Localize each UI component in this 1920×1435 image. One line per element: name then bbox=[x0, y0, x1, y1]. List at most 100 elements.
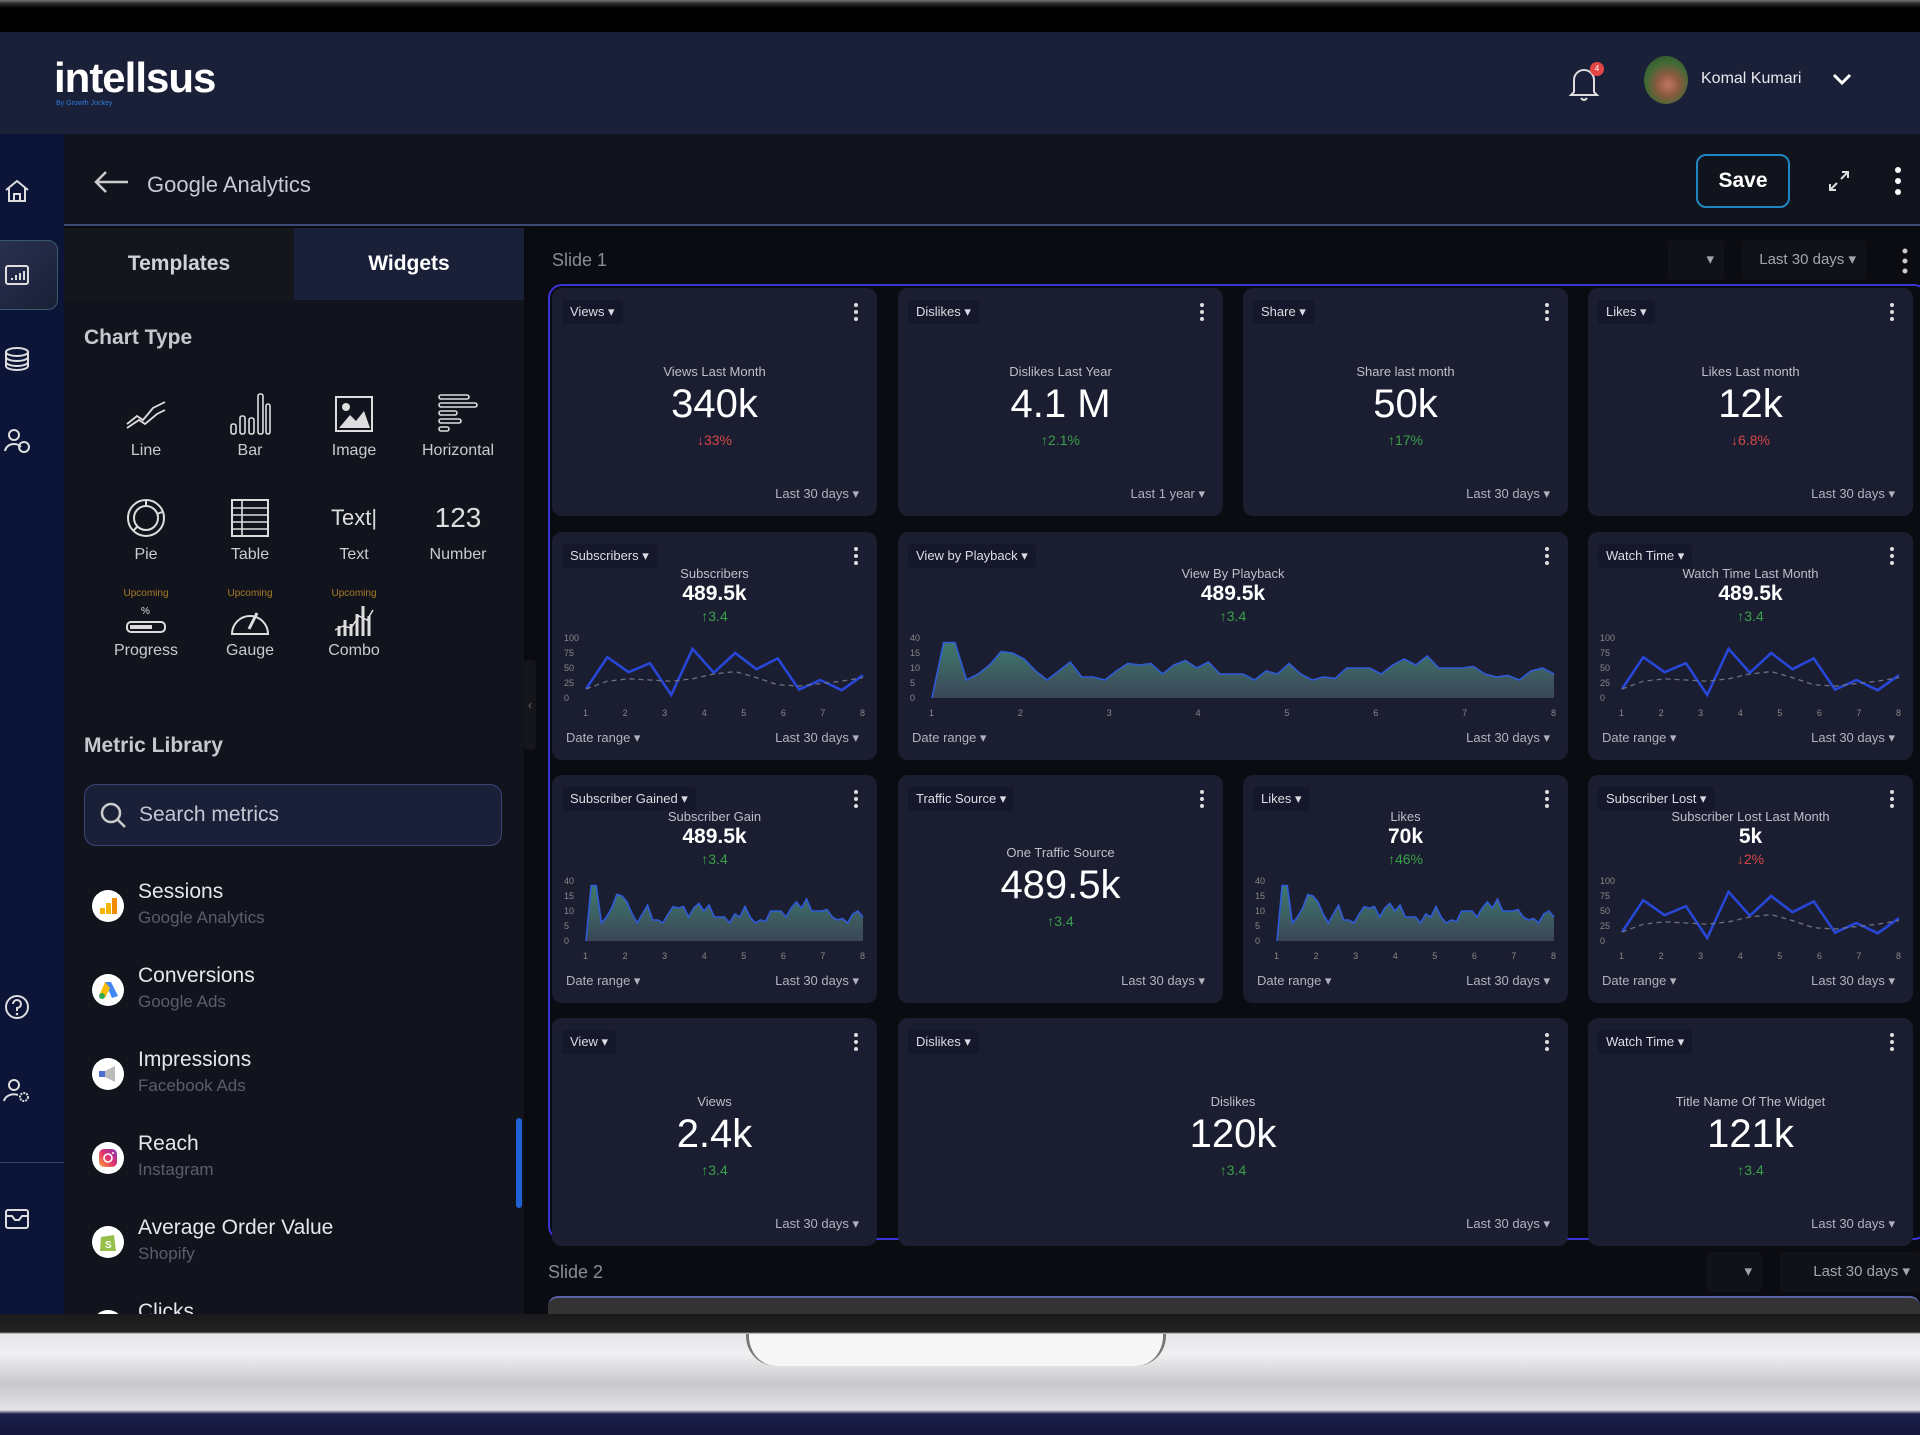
date-range-dropdown[interactable]: Date range ▾ bbox=[1257, 973, 1331, 989]
metric-item[interactable]: Clicks bbox=[92, 1296, 492, 1314]
dashboard-icon[interactable] bbox=[2, 260, 32, 290]
date-filter-dropdown[interactable]: Last 30 days ▾ bbox=[1466, 486, 1550, 502]
date-range-dropdown[interactable]: Date range ▾ bbox=[1602, 973, 1676, 989]
widget-more-icon[interactable] bbox=[1199, 302, 1205, 322]
chart-type-horizontal[interactable]: Horizontal bbox=[406, 388, 510, 460]
inbox-icon[interactable] bbox=[2, 1204, 32, 1234]
date-filter-dropdown[interactable]: Last 30 days ▾ bbox=[775, 730, 859, 746]
widget-card[interactable]: Subscriber Lost ▾ Subscriber Lost Last Mo… bbox=[1588, 775, 1913, 1003]
date-filter-dropdown[interactable]: Last 30 days ▾ bbox=[1811, 486, 1895, 502]
widget-metric-dropdown[interactable]: Dislikes ▾ bbox=[908, 1030, 979, 1054]
slide-more-icon[interactable] bbox=[1902, 248, 1908, 274]
widget-more-icon[interactable] bbox=[1544, 789, 1550, 809]
date-filter-dropdown[interactable]: Last 30 days ▾ bbox=[775, 1216, 859, 1232]
widget-more-icon[interactable] bbox=[853, 789, 859, 809]
date-range-dropdown[interactable]: Date range ▾ bbox=[912, 730, 986, 746]
widget-card[interactable]: View by Playback ▾ View By Playback 489.5k… bbox=[898, 532, 1568, 760]
chart-type-table[interactable]: Table bbox=[198, 492, 302, 564]
widget-more-icon[interactable] bbox=[1544, 302, 1550, 322]
date-filter-dropdown[interactable]: Last 30 days ▾ bbox=[1811, 1216, 1895, 1232]
widget-more-icon[interactable] bbox=[1199, 789, 1205, 809]
widget-metric-dropdown[interactable]: Likes ▾ bbox=[1253, 787, 1310, 811]
date-filter-dropdown[interactable]: Last 30 days ▾ bbox=[1811, 973, 1895, 989]
widget-more-icon[interactable] bbox=[1889, 546, 1895, 566]
back-arrow-icon[interactable] bbox=[92, 170, 130, 194]
team-settings-icon[interactable] bbox=[2, 426, 32, 456]
database-icon[interactable] bbox=[2, 344, 32, 374]
widget-metric-dropdown[interactable]: View by Playback ▾ bbox=[908, 544, 1036, 568]
widget-card[interactable]: Views ▾ Views Last Month 340k ↓33% Last 30 d… bbox=[552, 288, 877, 516]
date-filter-dropdown[interactable]: Last 30 days ▾ bbox=[1811, 730, 1895, 746]
date-filter-dropdown[interactable]: Last 30 days ▾ bbox=[775, 973, 859, 989]
widget-card[interactable]: Share ▾ Share last month 50k ↑17% Last 30 da… bbox=[1243, 288, 1568, 516]
widget-metric-dropdown[interactable]: Share ▾ bbox=[1253, 300, 1314, 324]
widget-metric-dropdown[interactable]: Dislikes ▾ bbox=[908, 300, 979, 324]
widget-card[interactable]: Likes ▾ Likes 70k ↑46% Date range ▾ 0 5 10 15 40 1… bbox=[1243, 775, 1568, 1003]
widget-metric-dropdown[interactable]: Watch Time ▾ bbox=[1598, 1030, 1693, 1054]
date-filter-dropdown[interactable]: Last 30 days ▾ bbox=[1121, 973, 1205, 989]
date-range-dropdown[interactable]: Date range ▾ bbox=[566, 973, 640, 989]
widget-more-icon[interactable] bbox=[853, 1032, 859, 1052]
widget-card[interactable]: Likes ▾ Likes Last month 12k ↓6.8% Last 30 d… bbox=[1588, 288, 1913, 516]
widget-more-icon[interactable] bbox=[1544, 1032, 1550, 1052]
save-button[interactable]: Save bbox=[1696, 154, 1790, 208]
metric-list-scrollbar[interactable] bbox=[516, 1118, 522, 1208]
expand-icon[interactable] bbox=[1826, 168, 1852, 194]
widget-more-icon[interactable] bbox=[853, 546, 859, 566]
widget-more-icon[interactable] bbox=[1889, 1032, 1895, 1052]
chart-type-pie[interactable]: Pie bbox=[94, 492, 198, 564]
user-name[interactable]: Komal Kumari bbox=[1701, 70, 1801, 88]
widget-more-icon[interactable] bbox=[853, 302, 859, 322]
metric-item[interactable]: Reach Instagram bbox=[92, 1128, 492, 1188]
date-filter-dropdown[interactable]: Last 30 days ▾ bbox=[1466, 973, 1550, 989]
date-range-dropdown[interactable]: Date range ▾ bbox=[1602, 730, 1676, 746]
widget-card[interactable]: Dislikes ▾ Dislikes Last Year 4.1 M ↑2.1% La… bbox=[898, 288, 1223, 516]
widget-metric-dropdown[interactable]: Subscriber Lost ▾ bbox=[1598, 787, 1715, 811]
chart-type-number[interactable]: 123 Number bbox=[406, 492, 510, 564]
widget-metric-dropdown[interactable]: Views ▾ bbox=[562, 300, 623, 324]
chart-type-image[interactable]: Image bbox=[302, 388, 406, 460]
widget-metric-dropdown[interactable]: Traffic Source ▾ bbox=[908, 787, 1015, 811]
tab-templates[interactable]: Templates bbox=[64, 228, 294, 300]
widget-metric-dropdown[interactable]: Subscribers ▾ bbox=[562, 544, 657, 568]
metric-item[interactable]: S Average Order Value Shopify bbox=[92, 1212, 492, 1272]
help-icon[interactable] bbox=[2, 992, 32, 1022]
slide-range-dropdown[interactable]: Last 30 days ▾ bbox=[1780, 1252, 1920, 1292]
collapse-panel-handle[interactable]: ‹ bbox=[524, 660, 536, 750]
date-filter-dropdown[interactable]: Last 30 days ▾ bbox=[1466, 730, 1550, 746]
search-metrics-input[interactable]: Search metrics bbox=[84, 784, 502, 846]
widget-metric-dropdown[interactable]: Watch Time ▾ bbox=[1598, 544, 1693, 568]
user-settings-icon[interactable] bbox=[2, 1076, 32, 1106]
avatar[interactable] bbox=[1644, 56, 1688, 104]
tab-widgets[interactable]: Widgets bbox=[294, 228, 524, 300]
metric-item[interactable]: Impressions Facebook Ads bbox=[92, 1044, 492, 1104]
metric-item[interactable]: Conversions Google Ads bbox=[92, 960, 492, 1020]
widget-card[interactable]: Dislikes ▾ Dislikes 120k ↑3.4 Last 30 days ▾ bbox=[898, 1018, 1568, 1246]
widget-card[interactable]: Watch Time ▾ Watch Time Last Month 489.5k ↑… bbox=[1588, 532, 1913, 760]
widget-more-icon[interactable] bbox=[1889, 302, 1895, 322]
date-range-dropdown[interactable]: Date range ▾ bbox=[566, 730, 640, 746]
widget-card[interactable]: Watch Time ▾ Title Name Of The Widget 121k… bbox=[1588, 1018, 1913, 1246]
app-logo[interactable]: intellsus By Growth Jockey bbox=[54, 54, 216, 107]
widget-metric-dropdown[interactable]: View ▾ bbox=[562, 1030, 617, 1054]
date-filter-dropdown[interactable]: Last 30 days ▾ bbox=[1466, 1216, 1550, 1232]
chart-type-bar[interactable]: Bar bbox=[198, 388, 302, 460]
chart-type-line[interactable]: Line bbox=[94, 388, 198, 460]
widget-card[interactable]: Traffic Source ▾ One Traffic Source 489.5k… bbox=[898, 775, 1223, 1003]
chevron-down-icon[interactable] bbox=[1832, 72, 1852, 86]
date-filter-dropdown[interactable]: Last 30 days ▾ bbox=[775, 486, 859, 502]
widget-more-icon[interactable] bbox=[1889, 789, 1895, 809]
slide-range-dropdown[interactable]: Last 30 days ▾ bbox=[1742, 240, 1866, 280]
widget-card[interactable]: Subscribers ▾ Subscribers 489.5k ↑3.4 Date r… bbox=[552, 532, 877, 760]
widget-more-icon[interactable] bbox=[1544, 546, 1550, 566]
slide-filter-dropdown[interactable]: ▾ bbox=[1706, 1252, 1762, 1292]
home-icon[interactable] bbox=[2, 176, 32, 206]
slide-filter-dropdown[interactable]: ▾ bbox=[1668, 240, 1724, 280]
metric-item[interactable]: Sessions Google Analytics bbox=[92, 876, 492, 936]
widget-metric-dropdown[interactable]: Likes ▾ bbox=[1598, 300, 1655, 324]
widget-card[interactable]: Subscriber Gained ▾ Subscriber Gain 489.5k… bbox=[552, 775, 877, 1003]
widget-card[interactable]: View ▾ Views 2.4k ↑3.4 Last 30 days ▾ bbox=[552, 1018, 877, 1246]
more-options-icon[interactable] bbox=[1894, 166, 1902, 196]
chart-type-text[interactable]: Text| Text bbox=[302, 492, 406, 564]
widget-metric-dropdown[interactable]: Subscriber Gained ▾ bbox=[562, 787, 696, 811]
